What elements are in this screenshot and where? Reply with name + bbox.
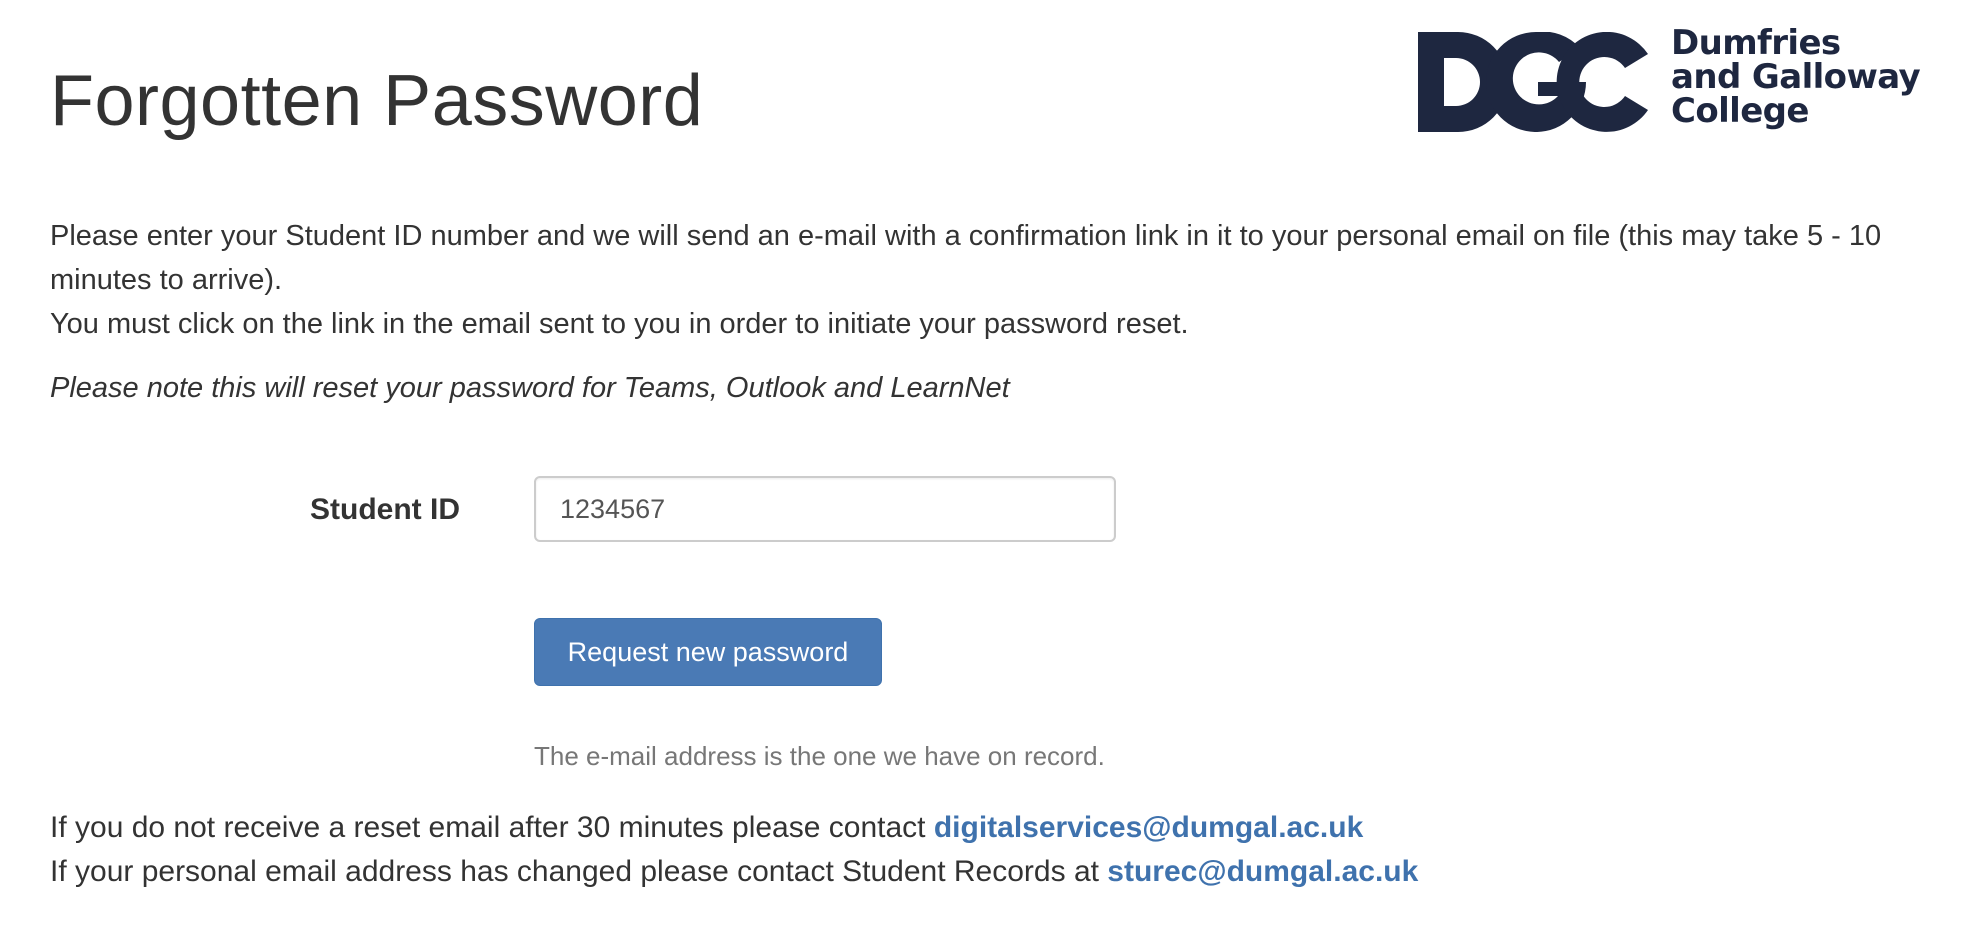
contact-line-2-text: If your personal email address has chang… bbox=[50, 855, 1108, 888]
logo-wordmark: Dumfries and Galloway College bbox=[1671, 23, 1921, 131]
logo-line-2: and Galloway bbox=[1671, 57, 1921, 97]
logo-line-1: Dumfries bbox=[1671, 23, 1841, 63]
email-help-text: The e-mail address is the one we have on… bbox=[534, 741, 1105, 771]
student-records-email-link[interactable]: sturec@dumgal.ac.uk bbox=[1107, 855, 1418, 888]
forgotten-password-page: Forgotten Password Dumfries and Galloway… bbox=[0, 0, 1970, 930]
request-new-password-button[interactable]: Request new password bbox=[534, 618, 882, 686]
logo-line-3: College bbox=[1671, 91, 1809, 131]
intro-text: Please enter your Student ID number and … bbox=[50, 214, 1920, 346]
student-id-label: Student ID bbox=[310, 493, 460, 526]
intro-paragraph-2: You must click on the link in the email … bbox=[50, 308, 1189, 340]
digital-services-email-link[interactable]: digitalservices@dumgal.ac.uk bbox=[934, 811, 1363, 844]
intro-paragraph-1: Please enter your Student ID number and … bbox=[50, 220, 1882, 296]
contact-info: If you do not receive a reset email afte… bbox=[50, 806, 1418, 894]
contact-line-2: If your personal email address has chang… bbox=[50, 850, 1418, 894]
contact-line-1-text: If you do not receive a reset email afte… bbox=[50, 811, 934, 844]
college-logo: Dumfries and Galloway College bbox=[1418, 26, 1928, 138]
student-id-input[interactable] bbox=[534, 476, 1116, 542]
reset-scope-note: Please note this will reset your passwor… bbox=[50, 372, 1010, 404]
contact-line-1: If you do not receive a reset email afte… bbox=[50, 806, 1418, 850]
page-title: Forgotten Password bbox=[50, 61, 704, 141]
dgc-logo-mark bbox=[1418, 32, 1648, 132]
